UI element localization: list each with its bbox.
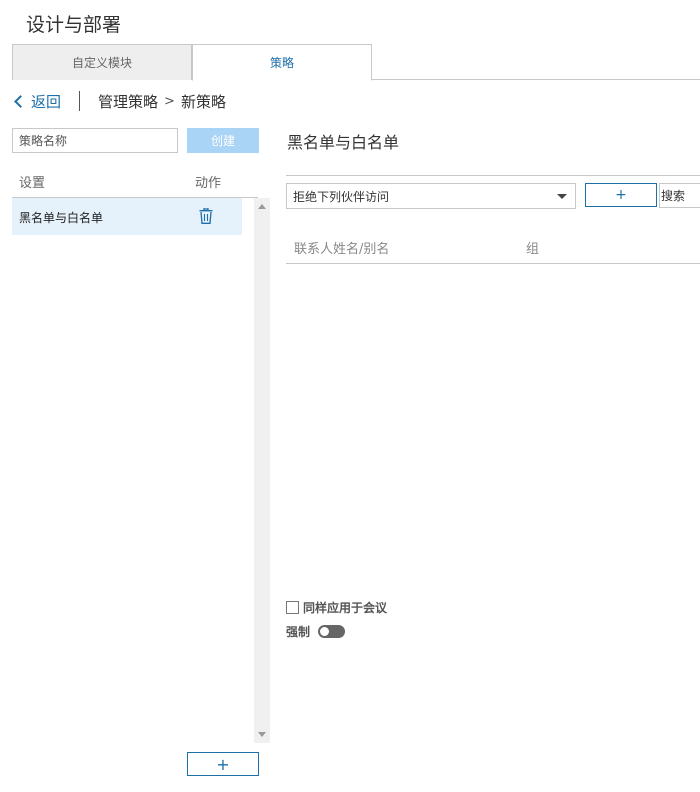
scroll-down-arrow-icon[interactable] (258, 732, 266, 737)
list-item[interactable]: 黑名单与白名单 (12, 198, 242, 235)
settings-list: 黑名单与白名单 (12, 197, 270, 743)
back-link[interactable]: 返回 (12, 91, 61, 112)
trash-icon[interactable] (199, 208, 213, 224)
breadcrumb: 返回 管理策略 > 新策略 (12, 90, 226, 112)
breadcrumb-divider (79, 91, 81, 111)
list-item-label: 黑名单与白名单 (19, 211, 104, 225)
contacts-table-header: 联系人姓名/别名 组 (286, 231, 700, 264)
chevron-left-icon (14, 94, 27, 108)
force-label: 强制 (286, 625, 311, 639)
column-header-group: 组 (526, 242, 540, 257)
column-header-contact: 联系人姓名/别名 (294, 242, 390, 257)
divider (286, 175, 700, 176)
create-button[interactable]: 创建 (187, 128, 259, 153)
page-title: 设计与部署 (26, 14, 122, 36)
settings-list-header: 设置 动作 (12, 168, 258, 196)
column-header-action: 动作 (195, 176, 222, 191)
breadcrumb-separator: > (164, 93, 175, 109)
apply-to-meeting-checkbox[interactable] (286, 601, 299, 614)
access-rule-select[interactable]: 拒绝下列伙伴访问 (286, 183, 576, 209)
breadcrumb-new-policy: 新策略 (180, 92, 226, 111)
toggle-knob (320, 627, 330, 636)
apply-to-meeting-row[interactable]: 同样应用于会议 (286, 599, 387, 616)
list-scrollbar[interactable] (254, 198, 270, 743)
force-row: 强制 (286, 623, 346, 640)
caret-down-icon (557, 194, 567, 199)
policy-name-input[interactable] (12, 128, 178, 153)
section-title: 黑名单与白名单 (287, 133, 400, 152)
scroll-up-arrow-icon[interactable] (258, 204, 266, 209)
search-field[interactable]: 搜索 (659, 183, 700, 208)
add-contact-button[interactable]: + (585, 183, 657, 207)
tab-bar: 自定义模块 策略 (12, 44, 700, 81)
back-label: 返回 (31, 92, 62, 111)
access-rule-value: 拒绝下列伙伴访问 (293, 189, 390, 204)
tab-custom-modules[interactable]: 自定义模块 (12, 44, 192, 80)
add-setting-button[interactable]: + (187, 752, 259, 776)
breadcrumb-manage-policies[interactable]: 管理策略 (98, 91, 158, 112)
tab-policy[interactable]: 策略 (192, 44, 372, 81)
column-header-settings: 设置 (19, 176, 46, 191)
apply-to-meeting-label: 同样应用于会议 (303, 601, 388, 615)
force-toggle[interactable] (318, 625, 346, 638)
